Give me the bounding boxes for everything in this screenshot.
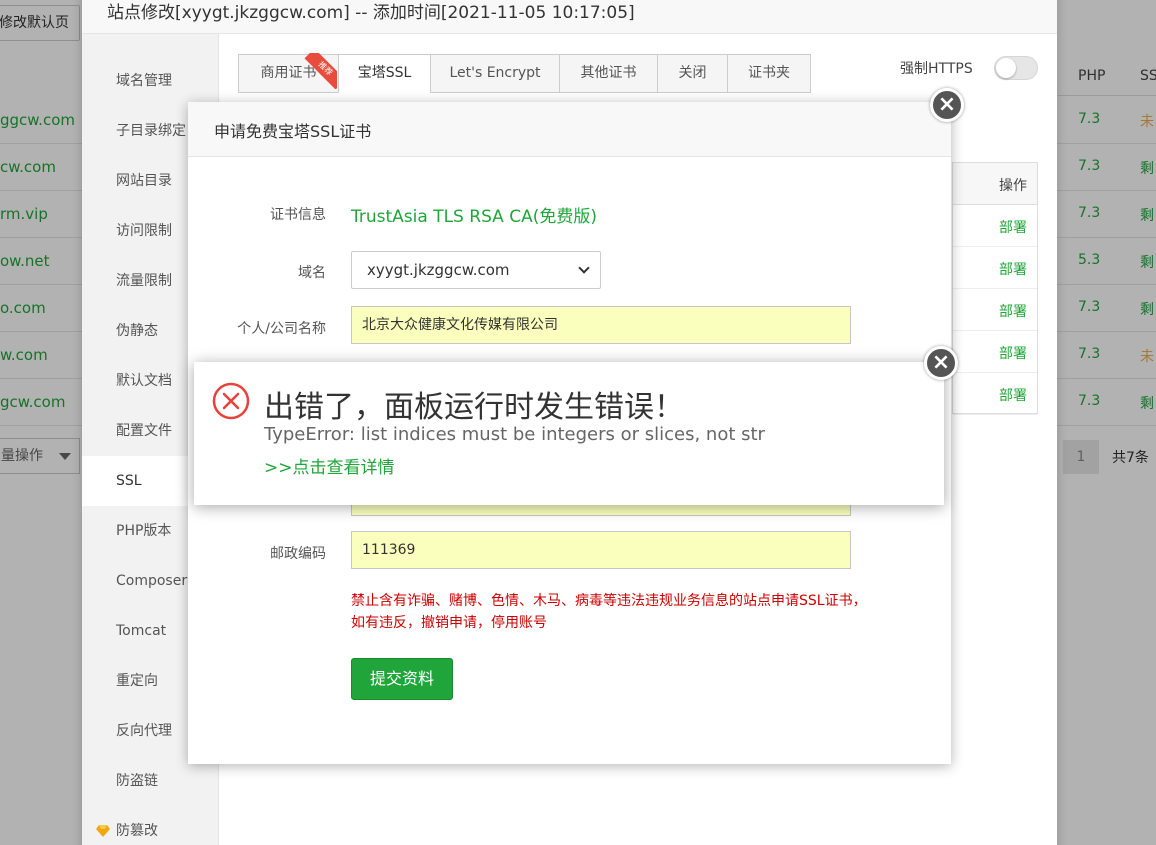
- cert-info-value: TrustAsia TLS RSA CA(免费版): [351, 207, 597, 227]
- menu-item-label: 网站目录: [116, 173, 172, 189]
- chevron-down-icon: [578, 262, 590, 274]
- dialog-title: 申请免费宝塔SSL证书: [214, 122, 372, 141]
- warning-line-1: 禁止含有诈骗、赌博、色情、木马、病毒等违法违规业务信息的站点申请SSL证书，: [351, 593, 867, 609]
- postcode-label: 邮政编码: [270, 546, 326, 562]
- tab-label: 证书夹: [748, 65, 790, 81]
- cert-info-label: 证书信息: [270, 207, 326, 223]
- deploy-link[interactable]: 部署: [999, 217, 1027, 237]
- menu-item[interactable]: 防篡改: [82, 806, 219, 845]
- diamond-icon: [96, 825, 110, 837]
- tab-label: 关闭: [678, 65, 707, 81]
- close-icon: ×: [931, 350, 951, 375]
- warning-line-2: 如有违反，撤销申请，停用账号: [351, 615, 547, 631]
- menu-item-label: SSL: [116, 473, 142, 489]
- force-https-toggle[interactable]: [994, 56, 1038, 80]
- error-popup: 出错了，面板运行时发生错误！ TypeError: list indices m…: [194, 362, 944, 505]
- table-row: 部署: [953, 205, 1037, 247]
- submit-button[interactable]: 提交资料: [351, 658, 453, 700]
- menu-item-label: 反向代理: [116, 723, 172, 739]
- menu-item-label: 流量限制: [116, 273, 172, 289]
- close-dialog-button[interactable]: ×: [930, 88, 964, 122]
- error-icon: [212, 382, 250, 420]
- tab[interactable]: 关闭: [657, 54, 727, 93]
- menu-item-label: 防篡改: [116, 823, 158, 839]
- menu-item-label: PHP版本: [116, 523, 172, 539]
- compliance-warning: 禁止含有诈骗、赌博、色情、木马、病毒等违法违规业务信息的站点申请SSL证书， 如…: [351, 590, 911, 634]
- close-icon: ×: [937, 92, 957, 117]
- tab[interactable]: 宝塔SSL: [338, 54, 430, 93]
- menu-item-label: 重定向: [116, 673, 158, 689]
- tab[interactable]: 商用证书 推荐: [238, 53, 338, 93]
- domain-select-value: xyygt.jkzggcw.com: [367, 261, 510, 279]
- deploy-link[interactable]: 部署: [999, 301, 1027, 321]
- recommended-label: 推荐: [304, 53, 337, 89]
- table-header: 操作: [953, 163, 1037, 205]
- tab-label: 宝塔SSL: [357, 65, 412, 81]
- deploy-link[interactable]: 部署: [999, 343, 1027, 363]
- tab[interactable]: Let's Encrypt: [430, 54, 559, 93]
- view-details-link[interactable]: >>点击查看详情: [264, 453, 395, 478]
- window-title: 站点修改[xyygt.jkzggcw.com] -- 添加时间[2021-11-…: [107, 3, 635, 23]
- menu-item-label: 域名管理: [116, 73, 172, 89]
- tab-label: 其他证书: [580, 65, 637, 81]
- recommended-ribbon: 推荐: [301, 53, 337, 89]
- table-row: 部署: [953, 289, 1037, 331]
- tab[interactable]: 其他证书: [559, 54, 657, 93]
- domain-label: 域名: [298, 265, 326, 281]
- menu-item-label: 配置文件: [116, 423, 172, 439]
- toggle-knob: [996, 58, 1016, 78]
- menu-item-label: 默认文档: [116, 373, 172, 389]
- company-input[interactable]: 北京大众健康文化传媒有限公司: [351, 306, 851, 344]
- force-https-label: 强制HTTPS: [900, 61, 973, 77]
- menu-item-label: 访问限制: [116, 223, 172, 239]
- deploy-link[interactable]: 部署: [999, 385, 1027, 405]
- error-detail: TypeError: list indices must be integers…: [264, 424, 765, 445]
- postcode-input[interactable]: 111369: [351, 531, 851, 569]
- ssl-tabbar: 商用证书 推荐 宝塔SSL Let's Encrypt 其他证书 关闭 证书夹: [238, 53, 811, 93]
- window-titlebar: 站点修改[xyygt.jkzggcw.com] -- 添加时间[2021-11-…: [82, 0, 1057, 34]
- table-row: 部署: [953, 373, 1037, 415]
- table-row: 部署: [953, 247, 1037, 289]
- close-error-button[interactable]: ×: [924, 346, 958, 380]
- table-row: 部署: [953, 331, 1037, 373]
- domain-select[interactable]: xyygt.jkzggcw.com: [351, 251, 601, 289]
- menu-item-label: 防盗链: [116, 773, 158, 789]
- dialog-titlebar: 申请免费宝塔SSL证书: [188, 102, 951, 157]
- menu-item-label: 伪静态: [116, 323, 158, 339]
- menu-item-label: Composer: [116, 573, 188, 589]
- tab-label: Let's Encrypt: [449, 65, 541, 81]
- error-title: 出错了，面板运行时发生错误！: [264, 390, 684, 425]
- menu-item-label: 子目录绑定: [116, 123, 186, 139]
- menu-item-label: Tomcat: [116, 623, 167, 639]
- action-column-header: 操作: [999, 178, 1027, 194]
- menu-item[interactable]: 域名管理: [82, 56, 219, 106]
- deploy-link[interactable]: 部署: [999, 259, 1027, 279]
- company-label: 个人/公司名称: [237, 321, 326, 337]
- tab[interactable]: 证书夹: [727, 54, 811, 93]
- domain-deploy-table: 操作 部署 部署 部署 部署 部署: [952, 162, 1038, 415]
